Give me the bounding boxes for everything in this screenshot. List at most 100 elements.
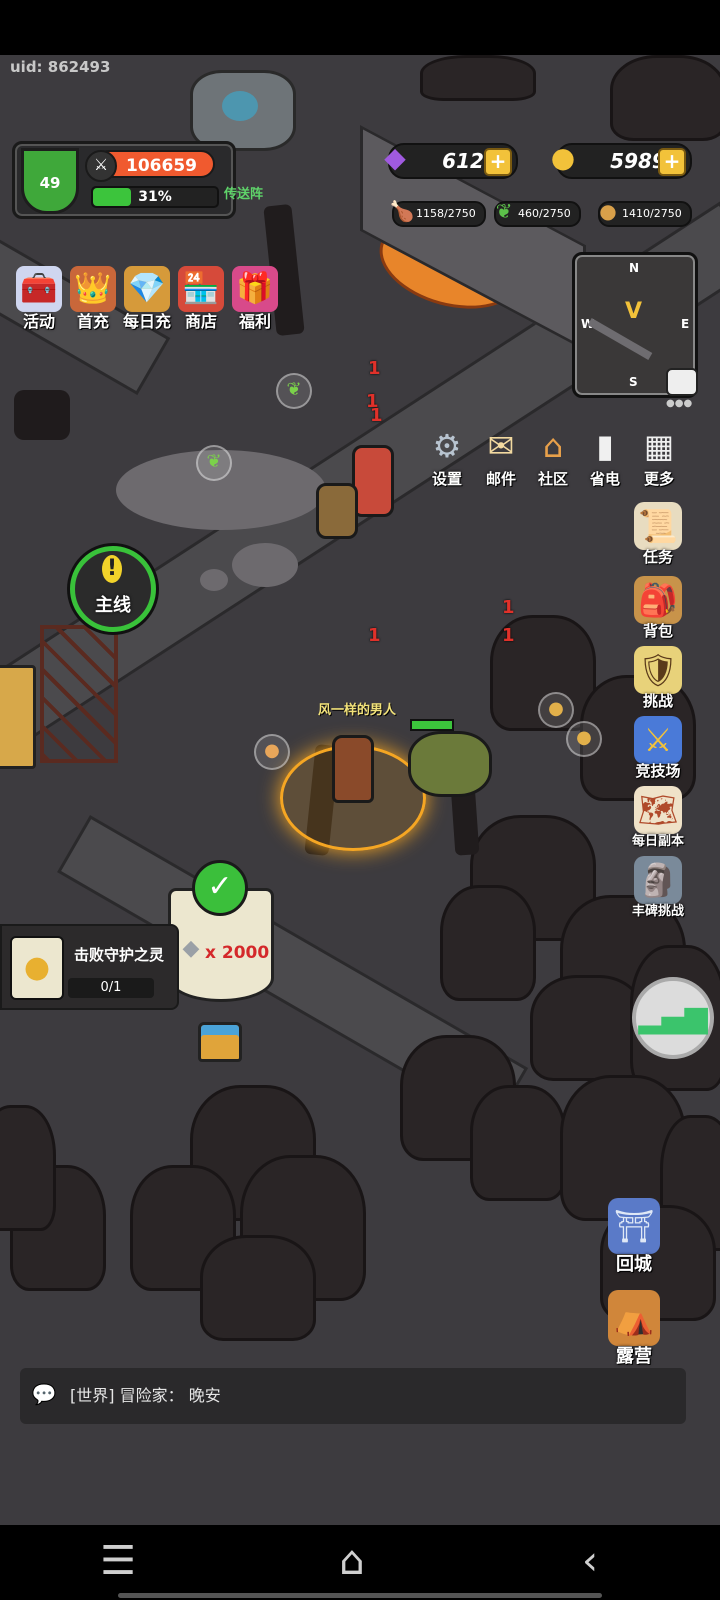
settings-label: 设置 [431,470,462,488]
ally-hero-red-hair[interactable] [352,445,394,517]
checkmark-icon: ✓ [192,860,248,916]
herb-bubble-icon[interactable]: ❦ [276,373,312,409]
house-icon: ⌂ [542,427,564,465]
player-name: 风一样的男人 [318,703,397,718]
side-daily-dungeon-label: 每日副本 [631,834,684,849]
pager-dots: ●●● [666,398,693,409]
side-bag-button[interactable]: 🎒 背包 [628,576,688,641]
ore-bubble-icon[interactable]: ● [538,692,574,728]
main-quest-label: 主线 [95,595,131,616]
teleport-glow [222,91,258,121]
menu-shop[interactable]: 🏪 商店 [176,266,226,332]
watch-tower [40,625,118,763]
return-city-button[interactable]: ⛩ 回城 [604,1198,664,1276]
damage-number: 1 [370,405,383,426]
quest-tracker[interactable]: ● 击败守护之灵 0/1 [0,924,179,1010]
system-nav-bar: ☰ ⌂ ‹ [0,1525,720,1600]
portal-label: 传送阵 [224,187,264,202]
herb-resource: ❦ 460/2750 [494,199,581,227]
side-monument-button[interactable]: 🗿 丰碑挑战 [628,856,688,919]
mud-puddle-small [232,543,298,587]
minimap-road [587,318,653,360]
mud-puddle-tiny [200,569,228,591]
community-button[interactable]: ⌂ 社区 [526,424,580,489]
side-arena-button[interactable]: ⚔ 竞技场 [628,716,688,781]
enemy-guardian-spirit[interactable] [408,731,492,797]
boulder [200,1235,316,1341]
exp-percent: 31% [138,189,172,205]
power-save-button[interactable]: ▮ 省电 [578,424,632,489]
chat-channel: [世界] [70,1386,115,1405]
herb-icon: ❦ [495,199,513,223]
menu-activity[interactable]: 🧰 活动 [14,266,64,332]
herb-bubble-icon[interactable]: ❦ [196,445,232,481]
battery-icon: ▮ [596,427,614,465]
boulder [610,55,720,141]
chat-bubble-icon: 💬 [31,1382,57,1406]
main-quest-button[interactable]: ! 主线 [70,546,156,632]
settings-button[interactable]: ⚙ 设置 [420,424,474,489]
meat-icon: 🍗 [389,199,415,223]
broken-stump [14,390,70,440]
food-bubble-icon[interactable]: ● [254,734,290,770]
scroll-icon: 📜 [634,502,682,550]
menu-daily-recharge[interactable]: 💎 每日充 [122,266,172,332]
level-badge: 49 [21,148,79,214]
add-gold-button[interactable]: + [658,148,686,176]
menu-first-recharge[interactable]: 👑 首充 [68,266,118,332]
signal-floating-button[interactable]: ▂▄▆ [632,977,714,1059]
ore-resource: ● 1410/2750 [598,199,692,227]
side-bag-label: 背包 [642,622,673,640]
mail-icon: ✉ [487,427,515,465]
herb-amount: 460/2750 [518,207,571,220]
more-label: 更多 [643,470,674,488]
gold-coin-icon: ● [550,141,576,174]
chat-line: [世界] 冒险家： 晚安 [70,1368,221,1424]
side-monument-label: 丰碑挑战 [631,904,684,919]
gear-icon: ⚙ [432,427,462,465]
more-button[interactable]: ▦ 更多 [632,424,686,489]
ore-bubble-icon[interactable]: ● [566,721,602,757]
home-button[interactable]: ⌂ [312,1525,392,1600]
gold-counter: ● 5989 + [551,141,692,179]
tent-icon: ⛺ [608,1290,660,1346]
chat-message: 晚安 [188,1386,221,1405]
side-daily-dungeon-button[interactable]: 🗺 每日副本 [628,786,688,849]
gesture-handle [118,1593,602,1598]
top-menu: 🧰 活动 👑 首充 💎 每日充 🏪 商店 🎁 福利 [14,266,284,332]
signal-bars-icon: ▂▄▆ [638,1000,708,1035]
arena-crest-icon: ⚔ [634,716,682,764]
camera-icon[interactable] [666,368,698,396]
ally-hero-knight[interactable] [316,483,358,539]
coin-task-icon: ● [10,936,64,1000]
camp-button[interactable]: ⛺ 露营 [604,1290,664,1368]
world-chat-bar[interactable]: 💬 [世界] 冒险家： 晚安 [20,1368,686,1424]
exp-bar: 31% [91,186,219,208]
side-challenge-button[interactable]: 🛡 挑战 [628,646,688,711]
boulder [440,885,536,1001]
player-card[interactable]: 49 106659 ⚔ 31% [12,141,236,219]
recent-apps-button[interactable]: ☰ [78,1525,158,1600]
menu-welfare[interactable]: 🎁 福利 [230,266,280,332]
player-character[interactable] [332,735,374,803]
boulder [0,1105,56,1231]
mail-button[interactable]: ✉ 邮件 [474,424,528,489]
side-challenge-label: 挑战 [642,692,673,710]
boulder [470,1085,566,1201]
gem-counter: ◆ 6120 + [384,141,518,179]
food-amount: 1158/2750 [416,207,476,220]
compass-east: E [681,317,690,331]
damage-number: 1 [502,597,515,618]
ore-icon: ● [599,199,617,223]
monument-icon: 🗿 [634,856,682,904]
menu-first-recharge-label: 首充 [76,312,109,331]
side-task-button[interactable]: 📜 任务 [628,502,688,567]
grid-icon: ▦ [643,427,675,465]
quest-task-name: 击败守护之灵 [74,946,165,964]
back-button[interactable]: ‹ [550,1525,630,1600]
return-city-label: 回城 [616,1254,652,1275]
treasure-chest-icon[interactable] [198,1022,242,1062]
boulder [420,55,536,101]
add-gems-button[interactable]: + [484,148,512,176]
shop-stall-icon: 🏪 [178,266,224,312]
